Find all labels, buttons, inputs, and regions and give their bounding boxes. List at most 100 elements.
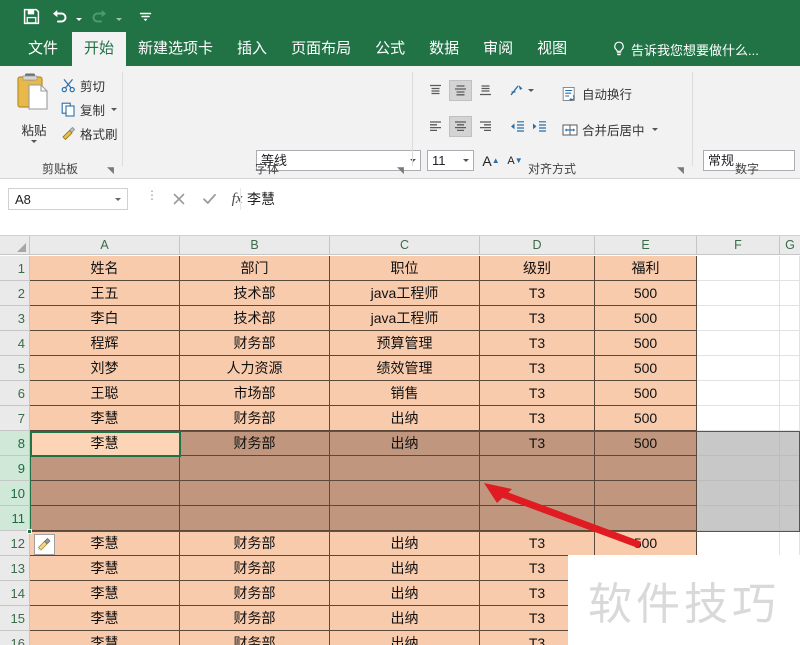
cell-C12[interactable]: 出纳	[330, 531, 480, 556]
merge-center-caret-icon[interactable]	[651, 128, 658, 131]
increase-indent-button[interactable]	[528, 116, 551, 137]
row-header-2[interactable]: 2	[0, 281, 30, 306]
cell-F1[interactable]	[697, 256, 780, 281]
cell-D1[interactable]: 级别	[480, 256, 595, 281]
align-middle-button[interactable]	[449, 80, 472, 101]
redo-dropdown-caret-icon[interactable]	[114, 4, 124, 28]
redo-icon[interactable]	[86, 4, 112, 28]
cell-C13[interactable]: 出纳	[330, 556, 480, 581]
cell-A15[interactable]: 李慧	[30, 606, 180, 631]
row-header-6[interactable]: 6	[0, 381, 30, 406]
alignment-dialog-launcher-icon[interactable]: ◥	[677, 166, 686, 175]
column-header-D[interactable]: D	[480, 236, 595, 255]
align-left-button[interactable]	[424, 116, 447, 137]
decrease-indent-button[interactable]	[506, 116, 529, 137]
cell-G3[interactable]	[780, 306, 800, 331]
cell-G7[interactable]	[780, 406, 800, 431]
cell-E5[interactable]: 500	[595, 356, 697, 381]
cell-F12[interactable]	[697, 531, 780, 556]
cell-E8[interactable]: 500	[595, 431, 697, 456]
cell-F7[interactable]	[697, 406, 780, 431]
row-header-15[interactable]: 15	[0, 606, 30, 631]
paste-dropdown-caret-icon[interactable]	[31, 140, 37, 143]
cell-B13[interactable]: 财务部	[180, 556, 330, 581]
cell-D6[interactable]: T3	[480, 381, 595, 406]
cell-C15[interactable]: 出纳	[330, 606, 480, 631]
cell-E12[interactable]: 500	[595, 531, 697, 556]
cell-G9[interactable]	[780, 456, 800, 481]
cell-E3[interactable]: 500	[595, 306, 697, 331]
cell-B6[interactable]: 市场部	[180, 381, 330, 406]
cell-F8[interactable]	[697, 431, 780, 456]
cell-C6[interactable]: 销售	[330, 381, 480, 406]
cell-A13[interactable]: 李慧	[30, 556, 180, 581]
orientation-caret-icon[interactable]	[525, 80, 536, 101]
cell-E10[interactable]	[595, 481, 697, 506]
cell-G4[interactable]	[780, 331, 800, 356]
confirm-entry-button[interactable]: ✓	[196, 188, 222, 210]
cell-F3[interactable]	[697, 306, 780, 331]
cell-A1[interactable]: 姓名	[30, 256, 180, 281]
cell-E9[interactable]	[595, 456, 697, 481]
cell-A8[interactable]: 李慧	[30, 431, 180, 456]
row-header-9[interactable]: 9	[0, 456, 30, 481]
cell-A5[interactable]: 刘梦	[30, 356, 180, 381]
save-icon[interactable]	[18, 4, 44, 28]
cancel-entry-button[interactable]: ✕	[166, 188, 192, 210]
formula-bar-grip[interactable]: ⋮	[146, 189, 158, 201]
cell-C1[interactable]: 职位	[330, 256, 480, 281]
cell-B9[interactable]	[180, 456, 330, 481]
cell-C14[interactable]: 出纳	[330, 581, 480, 606]
cell-B14[interactable]: 财务部	[180, 581, 330, 606]
cell-G11[interactable]	[780, 506, 800, 531]
row-header-5[interactable]: 5	[0, 356, 30, 381]
align-top-button[interactable]	[424, 80, 447, 101]
cell-D11[interactable]	[480, 506, 595, 531]
tab-review[interactable]: 审阅	[471, 32, 525, 66]
copy-dropdown-caret-icon[interactable]	[111, 108, 118, 111]
tab-file[interactable]: 文件	[14, 32, 72, 66]
cell-B7[interactable]: 财务部	[180, 406, 330, 431]
cell-D4[interactable]: T3	[480, 331, 595, 356]
format-painter-button[interactable]: 格式刷	[60, 124, 118, 143]
cell-F5[interactable]	[697, 356, 780, 381]
merge-center-button[interactable]: 合并后居中	[562, 120, 658, 139]
cell-G2[interactable]	[780, 281, 800, 306]
cell-G6[interactable]	[780, 381, 800, 406]
cell-F11[interactable]	[697, 506, 780, 531]
cell-A14[interactable]: 李慧	[30, 581, 180, 606]
cell-G12[interactable]	[780, 531, 800, 556]
cell-A2[interactable]: 王五	[30, 281, 180, 306]
name-box[interactable]: A8	[8, 188, 128, 210]
cell-C5[interactable]: 绩效管理	[330, 356, 480, 381]
align-center-button[interactable]	[449, 116, 472, 137]
cell-B1[interactable]: 部门	[180, 256, 330, 281]
column-header-A[interactable]: A	[30, 236, 180, 255]
cell-F6[interactable]	[697, 381, 780, 406]
copy-button[interactable]: 复制	[60, 100, 118, 119]
cell-B15[interactable]: 财务部	[180, 606, 330, 631]
cell-B11[interactable]	[180, 506, 330, 531]
name-box-caret-icon[interactable]	[115, 198, 121, 201]
font-dialog-launcher-icon[interactable]: ◥	[397, 166, 406, 175]
row-header-10[interactable]: 10	[0, 481, 30, 506]
wrap-text-button[interactable]: 自动换行	[562, 84, 632, 103]
cell-E2[interactable]: 500	[595, 281, 697, 306]
cell-B8[interactable]: 财务部	[180, 431, 330, 456]
paste-options-button[interactable]	[34, 534, 55, 555]
align-right-button[interactable]	[474, 116, 497, 137]
cell-G5[interactable]	[780, 356, 800, 381]
cell-B4[interactable]: 财务部	[180, 331, 330, 356]
cell-C16[interactable]: 出纳	[330, 631, 480, 645]
cut-button[interactable]: 剪切	[60, 76, 105, 95]
cell-C10[interactable]	[330, 481, 480, 506]
row-header-11[interactable]: 11	[0, 506, 30, 531]
cell-D10[interactable]	[480, 481, 595, 506]
tab-formulas[interactable]: 公式	[363, 32, 417, 66]
cell-A10[interactable]	[30, 481, 180, 506]
cell-D2[interactable]: T3	[480, 281, 595, 306]
cell-F10[interactable]	[697, 481, 780, 506]
row-header-13[interactable]: 13	[0, 556, 30, 581]
undo-dropdown-caret-icon[interactable]	[74, 4, 84, 28]
cell-D5[interactable]: T3	[480, 356, 595, 381]
